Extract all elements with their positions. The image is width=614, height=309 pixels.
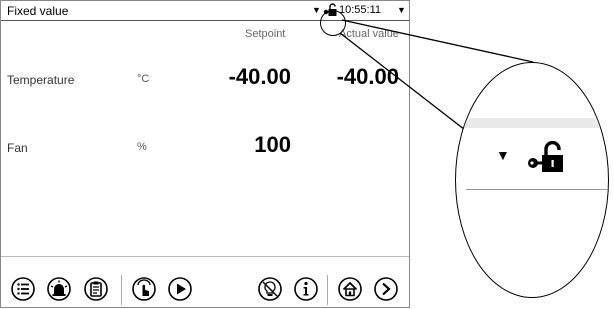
play-icon[interactable] — [167, 276, 193, 302]
light-off-icon[interactable] — [257, 276, 283, 302]
alarm-icon[interactable] — [46, 276, 72, 302]
list-icon[interactable] — [10, 276, 36, 302]
title-bar: Fixed value ▼ 10:55:11 ▼ — [1, 1, 409, 21]
toolbar-divider — [327, 275, 328, 305]
magnified-title-bar — [456, 118, 608, 128]
menu-dropdown-icon[interactable]: ▼ — [397, 5, 406, 15]
magnified-divider — [466, 189, 608, 190]
chevron-down-icon: ▼ — [496, 147, 510, 163]
next-icon[interactable] — [373, 276, 399, 302]
chevron-down-icon[interactable]: ▼ — [312, 5, 321, 15]
fan-unit: % — [137, 141, 147, 153]
temperature-unit: °C — [137, 73, 150, 85]
zoom-highlight-circle — [320, 10, 346, 36]
controller-screen: Fixed value ▼ 10:55:11 ▼ Setpoint Actual… — [0, 0, 410, 308]
temperature-setpoint[interactable]: -40.00 — [191, 64, 291, 90]
actual-value-header: Actual value — [339, 28, 399, 40]
divider — [1, 256, 409, 257]
setpoint-header: Setpoint — [245, 28, 286, 40]
touch-icon[interactable] — [131, 276, 157, 302]
unlock-key-icon — [528, 141, 563, 172]
page-title: Fixed value — [7, 4, 69, 18]
info-icon[interactable] — [293, 276, 319, 302]
temperature-actual: -40.00 — [336, 64, 399, 89]
fan-setpoint[interactable]: 100 — [191, 132, 291, 158]
bottom-toolbar — [1, 273, 409, 307]
home-icon[interactable] — [337, 276, 363, 302]
temperature-label: Temperature — [7, 73, 75, 87]
clipboard-icon[interactable] — [83, 276, 109, 302]
clock-time: 10:55:11 — [339, 4, 382, 16]
magnifier-callout: ▼ — [455, 62, 609, 298]
toolbar-divider — [121, 275, 122, 305]
fan-label: Fan — [7, 141, 28, 155]
